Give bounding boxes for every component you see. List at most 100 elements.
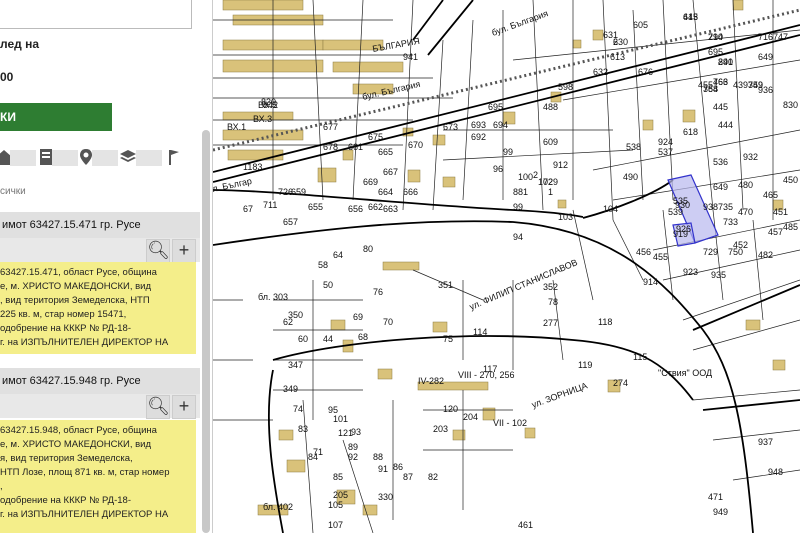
add-icon[interactable]: + (172, 239, 196, 263)
layers-icon[interactable] (120, 148, 136, 166)
parcel-number: 88 (373, 452, 383, 462)
parcel-number: 67 (243, 204, 253, 214)
parcel-number: 605 (633, 20, 648, 30)
parcel-number: 80 (363, 244, 373, 254)
parcel-number: 948 (768, 467, 783, 477)
search-button[interactable]: КИ (0, 103, 112, 131)
parcel-number: 537 (658, 147, 673, 157)
add-icon[interactable]: + (172, 395, 196, 419)
parcel-number: 716 (758, 32, 773, 42)
parcel-number: 350 (288, 310, 303, 320)
filter-box-3[interactable] (92, 150, 118, 166)
parcel-number: 349 (283, 384, 298, 394)
street-label: ул. ЗОРНИЦА (530, 380, 588, 409)
scrollbar[interactable] (202, 130, 210, 533)
result-2-header[interactable]: имот 63427.15.948 гр. Русе (0, 368, 200, 394)
parcel-number: 649 (713, 182, 728, 192)
filter-box-1[interactable] (10, 150, 36, 166)
parcel-number: 482 (758, 250, 773, 260)
street-label: бул. България (361, 79, 421, 102)
parcel-number: 465 (763, 190, 778, 200)
parcel-number: 358 (703, 84, 718, 94)
parcel-number: 609 (543, 137, 558, 147)
parcel-number: 1 (548, 187, 553, 197)
parcel-number: 711 (263, 200, 277, 210)
parcel-number: 75 (443, 334, 453, 344)
parcel-number: 347 (288, 360, 303, 370)
parcel-number: 290 (708, 32, 723, 42)
parcel-number: 450 (783, 175, 798, 185)
parcel-number: 118 (598, 317, 612, 327)
parcel-number: 618 (683, 127, 698, 137)
parcel-number: 445 (713, 102, 728, 112)
parcel-number: 912 (553, 160, 568, 170)
parcel-number: 924 (658, 137, 673, 147)
parcel-number: 291 (718, 57, 733, 67)
result-1-header[interactable]: имот 63427.15.471 гр. Русе (0, 212, 200, 238)
parcel-number: 359 (748, 80, 763, 90)
parcel-numbers: 7636137497148407646306496956316326136766… (243, 12, 798, 530)
parcel-number: 735 (718, 202, 733, 212)
parcel-number: 1183 (243, 162, 262, 172)
parcel-number: 695 (708, 47, 723, 57)
parcel-number: 729 (543, 177, 558, 187)
parcel-number: 657 (283, 217, 298, 227)
parcel-number: 50 (323, 280, 333, 290)
parcel-number: 632 (593, 67, 608, 77)
parcel-number: 613 (610, 52, 625, 62)
parcel-number: 92 (348, 452, 358, 462)
cadastral-map[interactable]: БЪЛГАРИЯ бул. България л. Българ ул. ФИЛ… (213, 0, 800, 533)
parcel-number: 352 (543, 282, 558, 292)
parcel-number: 121 (338, 428, 353, 438)
parcel-number: 655 (308, 202, 323, 212)
flag-icon[interactable] (166, 148, 182, 166)
parcel-number: 83 (298, 424, 308, 434)
parcel-number: 747 (773, 32, 788, 42)
parcel-number: 100 (518, 172, 533, 182)
parcel-number: 488 (543, 102, 558, 112)
parcel-number: 277 (543, 318, 558, 328)
parcel-number: 538 (626, 142, 641, 152)
zoom-icon[interactable]: 🔍︎ (146, 395, 170, 419)
parcel-number: 87 (403, 472, 413, 482)
parcel-number: 85 (333, 472, 343, 482)
parcel-number: 485 (783, 222, 798, 232)
parcel-number: 99 (513, 202, 523, 212)
zoom-icon[interactable]: 🔍︎ (146, 239, 170, 263)
parcel-number: 204 (463, 412, 478, 422)
parcel-number: 330 (378, 492, 393, 502)
parcel-number: 64 (333, 250, 343, 260)
parcel-number: 115 (633, 352, 647, 362)
parcel-number: 914 (643, 277, 658, 287)
parcel-number: 673 (443, 122, 458, 132)
parcel-number: 351 (438, 280, 453, 290)
parcel-number: 86 (393, 462, 403, 472)
filter-box-4[interactable] (136, 150, 162, 166)
parcel-number: 490 (623, 172, 638, 182)
street-label: ул. ФИЛИП СТАНИСЛАВОВ (468, 257, 579, 312)
parcel-number: 729 (703, 247, 718, 257)
parcel-number: 694 (493, 120, 508, 130)
parcel-number: 649 (758, 52, 773, 62)
parcel-number: 949 (713, 507, 728, 517)
search-input[interactable] (0, 0, 192, 29)
map-canvas[interactable]: БЪЛГАРИЯ бул. България л. Българ ул. ФИЛ… (213, 0, 800, 533)
side-text-2: 00 (0, 70, 14, 84)
street-label: бул. България (490, 8, 549, 38)
parcel-number: 830 (783, 100, 798, 110)
parcel-number: 78 (548, 297, 558, 307)
parcel-number: 664 (378, 187, 393, 197)
parcel-number: 930 (675, 200, 690, 210)
parcel-number: 842 (263, 100, 278, 110)
parcel-number: 205 (333, 490, 348, 500)
parcel-number: 445 (683, 12, 698, 22)
parcel-number: 678 (323, 142, 338, 152)
parcel-number: 669 (363, 177, 378, 187)
parcel-number: 107 (328, 520, 343, 530)
parcel-number: 203 (433, 424, 448, 434)
map-label: ВХ.1 (227, 122, 246, 132)
filter-box-2[interactable] (52, 150, 78, 166)
parcel-number: 935 (711, 270, 726, 280)
parcel-number: 461 (518, 520, 533, 530)
map-label: "Ствия" ООД (658, 368, 712, 378)
